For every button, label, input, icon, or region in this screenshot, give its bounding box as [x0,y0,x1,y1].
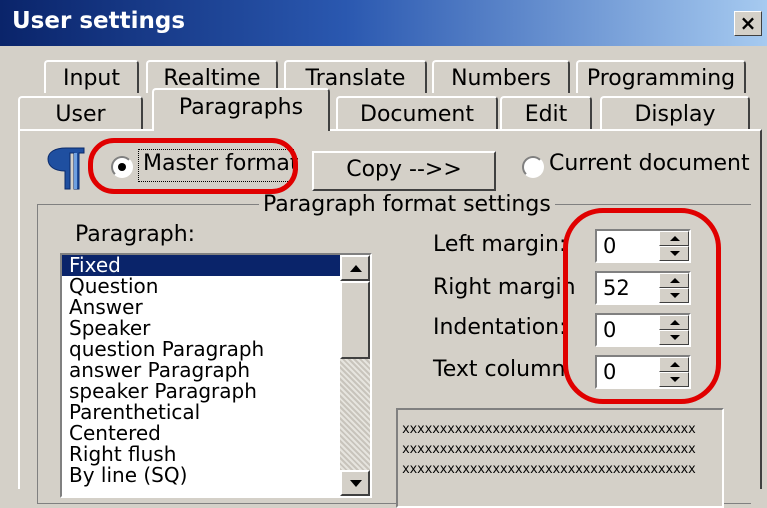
list-item[interactable]: Answer [62,297,370,318]
tab-display[interactable]: Display [600,96,750,129]
list-item[interactable]: Right flush [62,444,370,465]
list-item[interactable]: Parenthetical [62,402,370,423]
text-column-value[interactable]: 0 [603,360,616,384]
indentation-label: Indentation: [433,315,567,340]
master-format-radio[interactable] [111,156,133,178]
paragraph-listbox[interactable]: Fixed Question Answer Speaker question P… [60,253,372,498]
list-scrollbar[interactable] [340,255,370,496]
tab-user[interactable]: User [18,96,143,129]
arrow-down-icon [670,335,680,340]
title-bar: User settings × [0,0,767,46]
left-margin-value[interactable]: 0 [603,234,616,258]
close-icon: × [739,11,757,35]
preview-line: xxxxxxxxxxxxxxxxxxxxxxxxxxxxxxxxxxxxxxx [402,462,696,477]
spin-down-button[interactable] [659,246,689,261]
left-margin-spinner[interactable]: 0 [595,229,691,263]
spin-up-button[interactable] [659,357,689,372]
right-margin-spinner[interactable]: 52 [595,271,691,305]
tab-input[interactable]: Input [44,60,139,93]
tab-numbers[interactable]: Numbers [432,60,570,93]
list-item[interactable]: Question [62,276,370,297]
tab-paragraphs[interactable]: Paragraphs [152,88,330,131]
right-margin-label: Right margin [433,275,576,300]
window-title: User settings [12,8,186,34]
arrow-down-icon [670,293,680,298]
list-item[interactable]: Centered [62,423,370,444]
close-button[interactable]: × [734,11,762,36]
current-document-radio[interactable] [522,156,544,178]
indentation-spinner[interactable]: 0 [595,313,691,347]
list-item[interactable]: answer Paragraph [62,360,370,381]
group-title: Paragraph format settings [259,192,555,217]
paragraph-list-label: Paragraph: [75,222,196,247]
list-item[interactable]: speaker Paragraph [62,381,370,402]
spin-down-button[interactable] [659,288,689,303]
preview-line: xxxxxxxxxxxxxxxxxxxxxxxxxxxxxxxxxxxxxxx [402,442,696,457]
current-document-label: Current document [549,151,750,176]
list-item[interactable]: By line (SQ) [62,465,370,486]
arrow-up-icon [670,320,680,325]
arrow-up-icon [670,236,680,241]
spin-up-button[interactable] [659,231,689,246]
spin-down-button[interactable] [659,372,689,387]
format-preview: xxxxxxxxxxxxxxxxxxxxxxxxxxxxxxxxxxxxxxx … [396,408,724,508]
paragraph-icon [47,147,85,190]
arrow-up-icon [670,362,680,367]
spin-up-button[interactable] [659,273,689,288]
list-item[interactable]: Fixed [62,255,370,276]
tab-document[interactable]: Document [336,96,498,129]
text-column-spinner[interactable]: 0 [595,355,691,389]
preview-line: xxxxxxxxxxxxxxxxxxxxxxxxxxxxxxxxxxxxxxx [402,422,696,437]
list-item[interactable]: question Paragraph [62,339,370,360]
tab-programming[interactable]: Programming [576,60,746,93]
arrow-up-icon [670,278,680,283]
arrow-up-icon [350,265,362,272]
scroll-down-button[interactable] [340,470,370,496]
indentation-value[interactable]: 0 [603,318,616,342]
arrow-down-icon [670,377,680,382]
text-column-label: Text column [433,357,566,382]
scroll-up-button[interactable] [340,255,370,281]
radio-dot-icon [118,163,126,171]
arrow-down-icon [670,251,680,256]
left-margin-label: Left margin: [433,232,567,257]
tab-edit[interactable]: Edit [500,96,592,129]
spin-up-button[interactable] [659,315,689,330]
right-margin-value[interactable]: 52 [603,276,630,300]
arrow-down-icon [350,480,362,487]
list-item[interactable]: Speaker [62,318,370,339]
copy-button[interactable]: Copy -->> [312,151,496,191]
spin-down-button[interactable] [659,330,689,345]
master-format-label: Master format [143,151,299,176]
scroll-thumb[interactable] [340,281,370,359]
